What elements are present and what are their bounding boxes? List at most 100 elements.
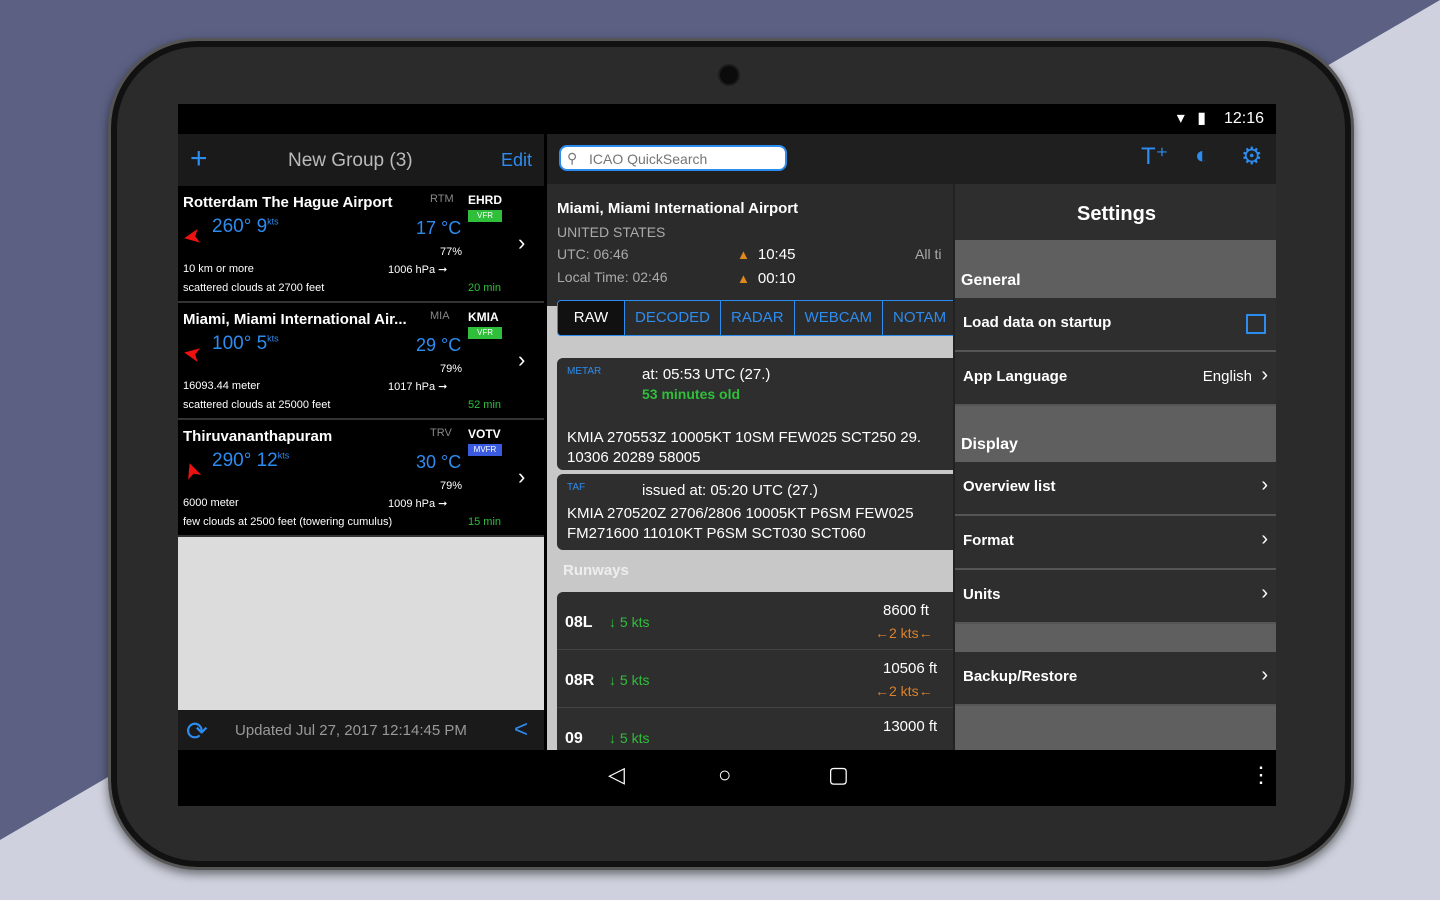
runways-heading: Runways xyxy=(563,562,629,579)
settings-spacer xyxy=(955,624,1276,652)
local-time: Local Time: 02:46 xyxy=(557,269,668,285)
units-row[interactable]: Units › xyxy=(955,570,1276,624)
tab-raw[interactable]: RAW xyxy=(558,301,625,335)
runway-length: 10506 ft xyxy=(883,660,938,677)
app-language-label: App Language xyxy=(963,368,1068,385)
wind-value: 260° 9kts xyxy=(212,216,279,238)
edit-button[interactable]: Edit xyxy=(501,150,532,171)
format-label: Format xyxy=(963,532,1014,549)
tab-decoded[interactable]: DECODED xyxy=(625,301,722,335)
theme-contrast-icon[interactable]: ◐ xyxy=(1195,142,1210,170)
section-general-label: General xyxy=(961,272,1021,289)
metar-raw-line: KMIA 270553Z 10005KT 10SM FEW025 SCT250 … xyxy=(567,429,922,446)
backup-restore-label: Backup/Restore xyxy=(963,668,1078,685)
clouds: scattered clouds at 25000 feet xyxy=(183,399,331,411)
airport-row[interactable]: Miami, Miami International Air... MIA KM… xyxy=(178,303,544,420)
airport-iata: MIA xyxy=(430,310,450,322)
icao-search[interactable]: ⚲ xyxy=(559,145,787,171)
pressure: 1017 hPa ➞ xyxy=(388,381,448,393)
chevron-right-icon: › xyxy=(1261,664,1268,686)
wind-arrow-icon: ➤ xyxy=(178,458,207,485)
runway-headwind: ↓ 5 kts xyxy=(609,730,650,746)
load-data-checkbox[interactable] xyxy=(1246,314,1266,334)
gear-icon[interactable]: ⚙ xyxy=(1241,142,1263,171)
metar-time: at: 05:53 UTC (27.) xyxy=(642,366,771,383)
clouds: scattered clouds at 2700 feet xyxy=(183,282,325,294)
humidity: 77% xyxy=(440,246,463,258)
text-size-icon[interactable]: T⁺ xyxy=(1141,142,1168,171)
add-airport-button[interactable]: + xyxy=(190,142,208,176)
humidity: 79% xyxy=(440,363,463,375)
wind-arrow-icon: ➤ xyxy=(180,340,204,369)
chevron-right-icon: › xyxy=(1261,582,1268,604)
metar-label: METAR xyxy=(567,366,602,377)
sunrise-time: 10:45 xyxy=(757,246,796,263)
visibility: 6000 meter xyxy=(183,497,239,509)
overview-list-label: Overview list xyxy=(963,478,1056,495)
settings-title: Settings xyxy=(955,184,1276,240)
load-data-row[interactable]: Load data on startup xyxy=(955,298,1276,352)
recent-apps-icon[interactable]: ▢ xyxy=(828,762,849,788)
clouds: few clouds at 2500 feet (towering cumulu… xyxy=(183,516,393,528)
airport-icao: EHRD xyxy=(468,193,503,207)
temperature: 17 °C xyxy=(416,218,462,238)
home-icon[interactable]: ○ xyxy=(718,762,731,788)
chevron-right-icon: › xyxy=(1261,474,1268,496)
group-title[interactable]: New Group (3) xyxy=(288,150,413,172)
taf-time: issued at: 05:20 UTC (27.) xyxy=(642,482,818,499)
backup-restore-row[interactable]: Backup/Restore › xyxy=(955,652,1276,706)
visibility: 10 km or more xyxy=(183,263,254,275)
airport-icao: VOTV xyxy=(468,427,501,441)
sunrise-icon: ▲ xyxy=(737,247,750,262)
temperature: 29 °C xyxy=(416,335,462,355)
chevron-right-icon: › xyxy=(518,230,526,255)
overview-list-row[interactable]: Overview list › xyxy=(955,462,1276,516)
utc-time: UTC: 06:46 xyxy=(557,246,629,262)
airport-country: UNITED STATES xyxy=(557,224,666,240)
runway-crosswind: ←2 kts← xyxy=(875,683,933,699)
taf-raw-line: KMIA 270520Z 2706/2806 10005KT P6SM FEW0… xyxy=(567,505,914,522)
search-icon: ⚲ xyxy=(567,150,578,166)
chevron-right-icon: › xyxy=(1261,364,1268,386)
report-tabs: RAW DECODED RADAR WEBCAM NOTAM xyxy=(557,300,959,336)
wind-text: 260° 9 xyxy=(212,216,268,237)
wind-arrow-icon: ➤ xyxy=(181,223,204,252)
airport-iata: TRV xyxy=(430,427,452,439)
tab-radar[interactable]: RADAR xyxy=(721,301,795,335)
airport-row[interactable]: Thiruvananthapuram TRV VOTV MVFR ➤ 290° … xyxy=(178,420,544,537)
airport-name: Rotterdam The Hague Airport xyxy=(183,194,393,211)
airport-icao: KMIA xyxy=(468,310,499,324)
flight-category-badge: MVFR xyxy=(468,444,502,456)
share-icon[interactable]: < xyxy=(514,716,528,744)
sunrise: ▲ 10:45 xyxy=(737,246,795,263)
runway-id: 09 xyxy=(565,730,583,747)
tab-webcam[interactable]: WEBCAM xyxy=(795,301,884,335)
flight-category-badge: VFR xyxy=(468,210,502,222)
settings-panel: Settings General Load data on startup Ap… xyxy=(953,184,1276,750)
app-language-value: English xyxy=(1202,368,1252,385)
wind-unit: kts xyxy=(277,450,290,461)
runway-id: 08R xyxy=(565,672,595,689)
section-display-label: Display xyxy=(961,436,1018,453)
metar-age: 53 minutes old xyxy=(642,386,741,402)
status-time: 12:16 xyxy=(1223,110,1264,127)
pressure: 1009 hPa ➞ xyxy=(388,498,448,510)
wind-text: 100° 5 xyxy=(212,333,268,354)
pressure: 1006 hPa ➞ xyxy=(388,264,448,276)
list-footer: ⟳ Updated Jul 27, 2017 12:14:45 PM < xyxy=(178,710,544,750)
group-header: + New Group (3) Edit xyxy=(178,134,544,186)
airport-name: Thiruvananthapuram xyxy=(183,428,333,445)
airport-iata: RTM xyxy=(430,193,454,205)
taf-raw-line: FM271600 11010KT P6SM SCT030 SCT060 xyxy=(567,525,866,542)
app-language-row[interactable]: App Language English › xyxy=(955,352,1276,406)
airport-row[interactable]: Rotterdam The Hague Airport RTM EHRD VFR… xyxy=(178,186,544,303)
refresh-icon[interactable]: ⟳ xyxy=(186,716,208,747)
more-options-icon[interactable]: ⋮ xyxy=(1250,762,1272,788)
search-input[interactable] xyxy=(587,150,781,168)
format-row[interactable]: Format › xyxy=(955,516,1276,570)
back-icon[interactable]: ◁ xyxy=(608,762,625,788)
tab-notam[interactable]: NOTAM xyxy=(883,301,958,335)
wind-value: 290° 12kts xyxy=(212,450,289,472)
report-age: 20 min xyxy=(468,282,502,294)
taf-raw: KMIA 270520Z 2706/2806 10005KT P6SM FEW0… xyxy=(567,504,914,544)
